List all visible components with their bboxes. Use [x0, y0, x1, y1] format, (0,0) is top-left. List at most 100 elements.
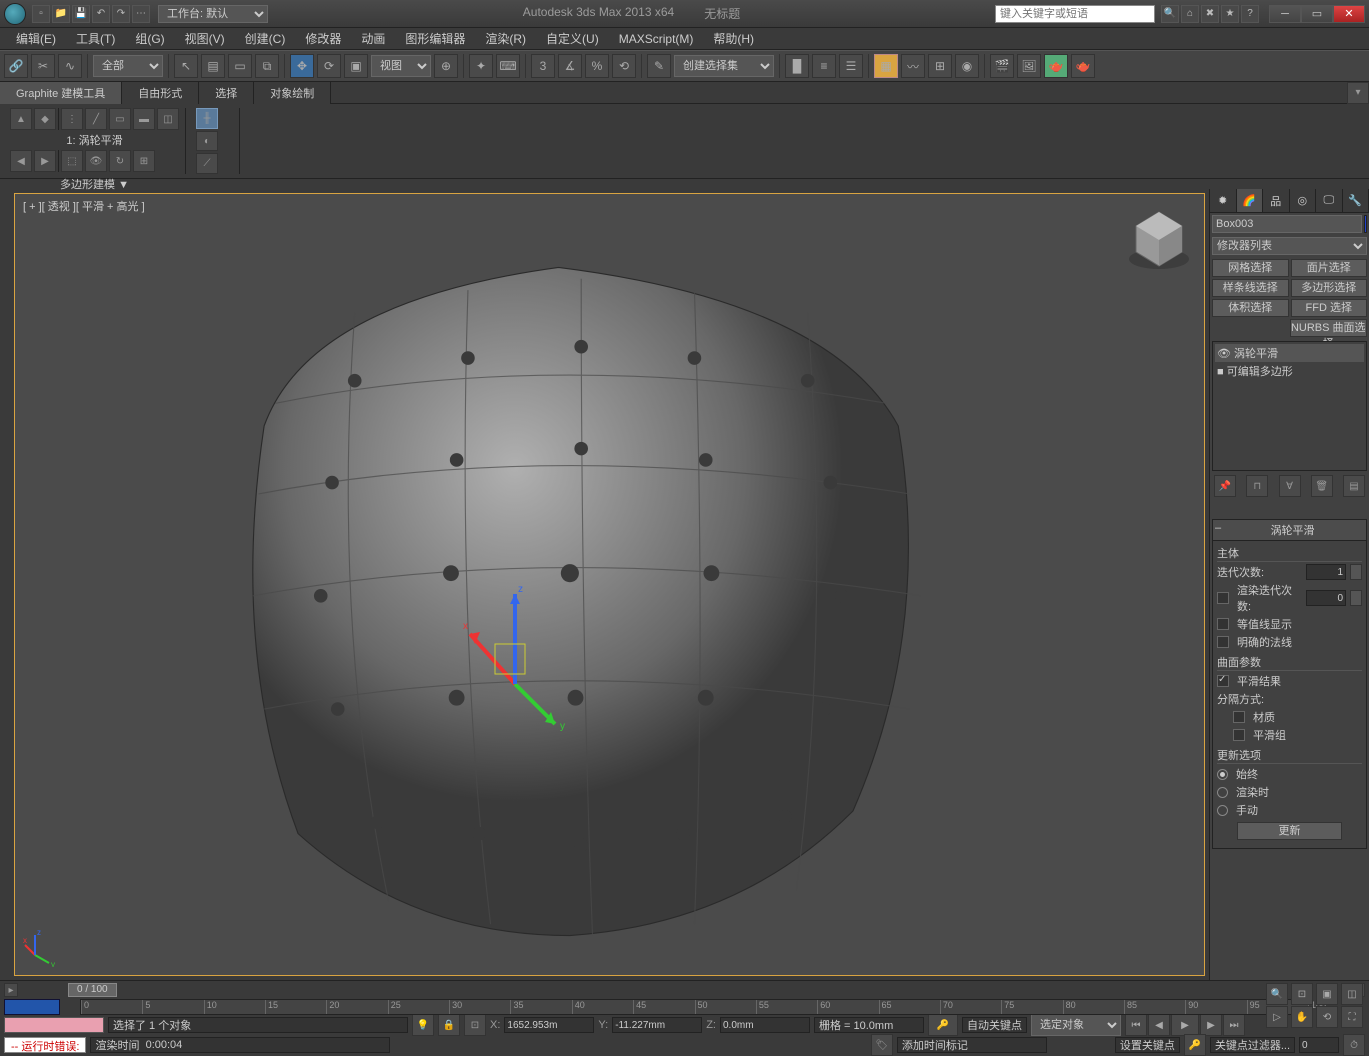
- snap-toggle-icon[interactable]: 3: [531, 54, 555, 78]
- render-production-icon[interactable]: 🫖: [1071, 54, 1095, 78]
- spinner-arrows-icon[interactable]: [1350, 564, 1362, 580]
- fov-icon[interactable]: ▷: [1266, 1006, 1288, 1028]
- edit-named-sel-icon[interactable]: ✎: [647, 54, 671, 78]
- next-frame-icon[interactable]: ▶: [1200, 1014, 1222, 1036]
- bind-icon[interactable]: ∿: [58, 54, 82, 78]
- poly-icon[interactable]: ▬: [133, 108, 155, 130]
- key-filters-button[interactable]: 关键点过滤器...: [1210, 1037, 1295, 1053]
- preview-icon[interactable]: 👁: [85, 150, 107, 172]
- key-mode-icon[interactable]: 🔑: [928, 1014, 958, 1036]
- render-setup-icon[interactable]: 🎬: [990, 54, 1014, 78]
- explicit-normals-checkbox[interactable]: [1217, 636, 1229, 648]
- repeat-icon[interactable]: ↻: [109, 150, 131, 172]
- link-icon[interactable]: 🔗: [4, 54, 28, 78]
- key-large-icon[interactable]: 🔑: [1184, 1034, 1206, 1056]
- ribbon-tab-selection[interactable]: 选择: [199, 82, 254, 104]
- key-filter-selector[interactable]: 选定对象: [1031, 1014, 1121, 1036]
- upd-render-radio[interactable]: [1217, 787, 1228, 798]
- smooth-result-checkbox[interactable]: [1217, 675, 1229, 687]
- menu-grapheditors[interactable]: 图形编辑器: [395, 28, 475, 49]
- new-icon[interactable]: ▫: [32, 5, 50, 23]
- element-icon[interactable]: ◫: [157, 108, 179, 130]
- ribbon-tab-freeform[interactable]: 自由形式: [122, 82, 199, 104]
- menu-customize[interactable]: 自定义(U): [536, 28, 609, 49]
- create-tab-icon[interactable]: ✹: [1210, 189, 1237, 212]
- menu-animation[interactable]: 动画: [351, 28, 395, 49]
- sel-mesh-button[interactable]: 网格选择: [1212, 259, 1289, 277]
- hierarchy-tab-icon[interactable]: 品: [1263, 189, 1290, 212]
- angle-snap-icon[interactable]: ∡: [558, 54, 582, 78]
- display-tab-icon[interactable]: 🖵: [1316, 189, 1343, 212]
- menu-edit[interactable]: 编辑(E): [6, 28, 66, 49]
- project-icon[interactable]: ⋯: [132, 5, 150, 23]
- window-crossing-icon[interactable]: ⧉: [255, 54, 279, 78]
- utilities-tab-icon[interactable]: 🔧: [1343, 189, 1369, 212]
- next-mod-icon[interactable]: ▶: [34, 150, 56, 172]
- time-slider[interactable]: ▸ 0 / 100 ▸: [0, 981, 1369, 999]
- vertex-icon[interactable]: ⋮: [61, 108, 83, 130]
- menu-tools[interactable]: 工具(T): [66, 28, 125, 49]
- menu-maxscript[interactable]: MAXScript(M): [609, 30, 704, 48]
- menu-create[interactable]: 创建(C): [235, 28, 296, 49]
- keyboard-shortcut-icon[interactable]: ⌨: [496, 54, 520, 78]
- viewcube[interactable]: [1124, 204, 1194, 274]
- isoline-checkbox[interactable]: [1217, 618, 1229, 630]
- scale-icon[interactable]: ▣: [344, 54, 368, 78]
- sel-vol-button[interactable]: 体积选择: [1212, 299, 1289, 317]
- constraints-icon[interactable]: ⊞: [133, 150, 155, 172]
- time-ruler[interactable]: 0510152025303540455055606570758085909510…: [80, 999, 1309, 1015]
- menu-views[interactable]: 视图(V): [175, 28, 235, 49]
- render-icon[interactable]: 🫖: [1044, 54, 1068, 78]
- time-slider-left-icon[interactable]: ▸: [4, 983, 18, 997]
- workspace-selector[interactable]: 工作台: 默认: [158, 5, 268, 23]
- exchange-icon[interactable]: ✖: [1201, 5, 1219, 23]
- epoly-mod-icon[interactable]: ◆: [34, 108, 56, 130]
- object-color-swatch[interactable]: [1364, 215, 1367, 233]
- y-coord-input[interactable]: [612, 1017, 702, 1033]
- subscription-icon[interactable]: ⌂: [1181, 5, 1199, 23]
- spinner-arrows-icon[interactable]: [1350, 590, 1362, 606]
- z-coord-input[interactable]: [720, 1017, 810, 1033]
- minimize-button[interactable]: ─: [1269, 5, 1301, 23]
- object-name-input[interactable]: [1212, 215, 1362, 233]
- selection-filter[interactable]: 全部: [93, 55, 163, 77]
- update-button[interactable]: 更新: [1237, 822, 1342, 840]
- maximize-viewport-icon[interactable]: ⛶: [1341, 1006, 1363, 1028]
- pin-stack-icon[interactable]: 📌: [1214, 475, 1236, 497]
- time-handle[interactable]: 0 / 100: [68, 983, 117, 997]
- zoom-all-icon[interactable]: ⊡: [1291, 983, 1313, 1005]
- named-selection-set[interactable]: 创建选择集: [674, 55, 774, 77]
- current-frame-input[interactable]: [1299, 1037, 1339, 1053]
- transform-gizmo[interactable]: x y z: [455, 574, 595, 734]
- percent-snap-icon[interactable]: %: [585, 54, 609, 78]
- material-editor-icon[interactable]: ◉: [955, 54, 979, 78]
- sel-poly-button[interactable]: 多边形选择: [1291, 279, 1368, 297]
- edge-icon[interactable]: ╱: [85, 108, 107, 130]
- lock-selection-icon[interactable]: 💡: [412, 1014, 434, 1036]
- pan-icon[interactable]: ✋: [1291, 1006, 1313, 1028]
- rollout-title[interactable]: –涡轮平滑: [1213, 520, 1366, 541]
- time-tag-icon[interactable]: 🏷: [871, 1034, 893, 1056]
- curve-editor-icon[interactable]: 〰: [901, 54, 925, 78]
- render-iter-checkbox[interactable]: [1217, 592, 1229, 604]
- nurms-icon[interactable]: ◐: [196, 131, 218, 152]
- ribbon-tab-modeling[interactable]: Graphite 建模工具: [0, 82, 122, 104]
- perspective-viewport[interactable]: [ + ][ 透视 ][ 平滑 + 高光 ]: [14, 193, 1205, 976]
- modifier-stack[interactable]: 👁 涡轮平滑 ■ 可编辑多边形: [1212, 341, 1367, 471]
- motion-tab-icon[interactable]: ◎: [1290, 189, 1317, 212]
- prev-mod-icon[interactable]: ◀: [10, 150, 32, 172]
- render-frame-icon[interactable]: 🖼: [1017, 54, 1041, 78]
- trackbar-keyrange[interactable]: [4, 999, 60, 1015]
- viewport-label[interactable]: [ + ][ 透视 ][ 平滑 + 高光 ]: [23, 198, 145, 214]
- modifier-list[interactable]: 修改器列表: [1212, 237, 1367, 255]
- unlink-icon[interactable]: ✂: [31, 54, 55, 78]
- modify-tab-icon[interactable]: 🌈: [1237, 189, 1264, 212]
- ref-coord-system[interactable]: 视图: [371, 55, 431, 77]
- spinner-snap-icon[interactable]: ⟲: [612, 54, 636, 78]
- select-name-icon[interactable]: ▤: [201, 54, 225, 78]
- make-unique-icon[interactable]: ∀: [1279, 475, 1301, 497]
- redo-icon[interactable]: ↷: [112, 5, 130, 23]
- close-button[interactable]: ✕: [1333, 5, 1365, 23]
- isolate-icon[interactable]: ⊡: [464, 1014, 486, 1036]
- ribbon-toggle-icon[interactable]: ▦: [874, 54, 898, 78]
